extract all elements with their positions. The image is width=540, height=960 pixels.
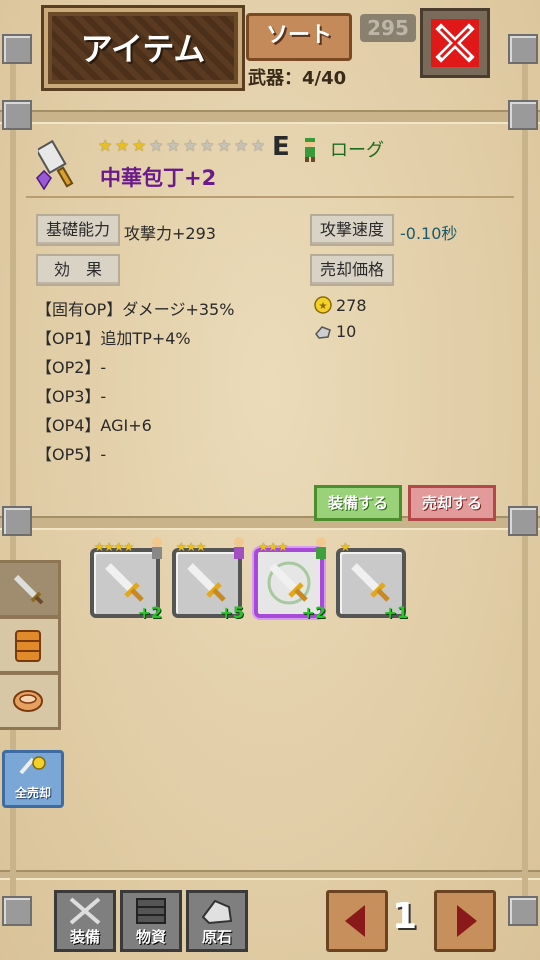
effect-label: 効 果: [36, 254, 120, 286]
enhance-level: +2: [137, 603, 162, 622]
title-panel: アイテム: [44, 8, 242, 88]
frame-right: [522, 40, 528, 924]
svg-text:★: ★: [319, 301, 328, 312]
character-icon: [234, 537, 244, 559]
star-empty-icon: ★: [149, 136, 164, 155]
inventory-slot[interactable]: ★★★★ +2: [90, 537, 162, 622]
option-line: 【OP2】-: [36, 358, 107, 377]
tab-armor[interactable]: [0, 616, 61, 674]
previous-page-button[interactable]: [326, 890, 388, 952]
enhance-level: +2: [301, 603, 326, 622]
inventory-slot[interactable]: ★★★ +5: [172, 537, 244, 622]
star-filled-icon: ★: [98, 136, 113, 155]
tab-weapons[interactable]: [0, 560, 61, 618]
rogue-job-icon: [305, 137, 315, 162]
slot-stars: ★★★: [176, 540, 206, 554]
star-filled-icon: ★: [132, 136, 147, 155]
frame-divider-bottom: [0, 870, 540, 880]
sort-button[interactable]: ソート: [246, 13, 352, 61]
rivet-icon: [508, 34, 538, 64]
rivet-icon: [2, 34, 32, 64]
option-line: 【OP1】追加TP+4%: [36, 329, 191, 348]
gold-coin-icon: ★: [314, 296, 332, 314]
star-empty-icon: ★: [200, 136, 215, 155]
base-stats-label: 基礎能力: [36, 214, 120, 246]
attack-speed-label: 攻撃速度: [310, 214, 394, 246]
inventory-slot[interactable]: ★★★ +2: [254, 537, 326, 622]
page-title: アイテム: [80, 30, 206, 68]
crate-icon: [136, 898, 166, 924]
equip-button[interactable]: 装備する: [314, 485, 402, 521]
sell-all-button[interactable]: 全売却: [2, 750, 64, 808]
faded-number: 295: [360, 14, 416, 42]
crossed-swords-icon: [69, 897, 101, 925]
enhance-level: +5: [219, 603, 244, 622]
ring-icon: [13, 690, 43, 712]
ore-tab-button[interactable]: 原石: [186, 890, 248, 952]
character-icon: [316, 537, 326, 559]
ore-icon: [315, 326, 331, 339]
materials-tab-label: 物資: [135, 928, 166, 946]
sell-all-icon: [19, 756, 46, 775]
sword-icon: [267, 561, 311, 605]
slot-stars: ★★★★: [94, 540, 134, 554]
next-page-button[interactable]: [434, 890, 496, 952]
equip-tab-label: 装備: [69, 928, 100, 946]
rank-badge: E: [272, 132, 290, 162]
star-empty-icon: ★: [251, 136, 266, 155]
star-filled-icon: ★: [115, 136, 130, 155]
sell-price-label: 売却価格: [310, 254, 394, 286]
frame-divider-top: [0, 110, 540, 124]
rivet-icon: [508, 506, 538, 536]
ore-tab-label: 原石: [201, 928, 232, 946]
option-line: 【OP3】-: [36, 387, 107, 406]
sword-icon: [13, 574, 44, 605]
ore-value: 10: [336, 322, 357, 341]
sell-button[interactable]: 売却する: [408, 485, 496, 521]
close-button[interactable]: [420, 8, 490, 78]
star-empty-icon: ★: [217, 136, 232, 155]
rivet-icon: [2, 506, 32, 536]
option-line: 【OP4】AGI+6: [36, 416, 152, 435]
slot-stars: ★★★: [258, 540, 288, 554]
sword-icon: [351, 563, 390, 602]
arrow-left-icon: [345, 905, 365, 937]
star-empty-icon: ★: [234, 136, 249, 155]
sell-all-label: 全売却: [14, 786, 51, 800]
character-icon: [152, 537, 162, 559]
option-line: 【固有OP】ダメージ+35%: [36, 300, 235, 319]
inventory-slot[interactable]: ★ +1: [336, 540, 408, 622]
sword-icon: [187, 563, 226, 602]
gem-icon: [36, 170, 52, 190]
gold-value: 278: [336, 296, 367, 315]
tab-accessory[interactable]: [0, 672, 61, 730]
page-number: 1: [392, 896, 418, 937]
arrow-right-icon: [457, 905, 477, 937]
rivet-icon: [508, 100, 538, 130]
star-empty-icon: ★: [183, 136, 198, 155]
item-name: 中華包丁+2: [100, 166, 217, 190]
rarity-stars: ★ ★ ★ ★ ★ ★ ★ ★ ★ ★: [98, 138, 267, 158]
option-line: 【OP5】-: [36, 445, 107, 464]
rivet-icon: [2, 100, 32, 130]
close-icon: [431, 19, 479, 67]
star-empty-icon: ★: [166, 136, 181, 155]
base-stats-value: 攻撃力+293: [124, 224, 216, 243]
equip-tab-button[interactable]: 装備: [54, 890, 116, 952]
slot-stars: ★: [340, 540, 351, 554]
materials-tab-button[interactable]: 物資: [120, 890, 182, 952]
rivet-icon: [2, 896, 32, 926]
armor-icon: [15, 630, 41, 662]
attack-speed-value: -0.10秒: [400, 224, 458, 243]
job-label: ローグ: [330, 140, 384, 161]
ore-stone-icon: [201, 899, 233, 925]
weapon-count: 武器：4/40: [248, 68, 347, 89]
enhance-level: +1: [383, 603, 408, 622]
divider: [26, 196, 514, 198]
sword-icon: [105, 563, 144, 602]
rivet-icon: [508, 896, 538, 926]
